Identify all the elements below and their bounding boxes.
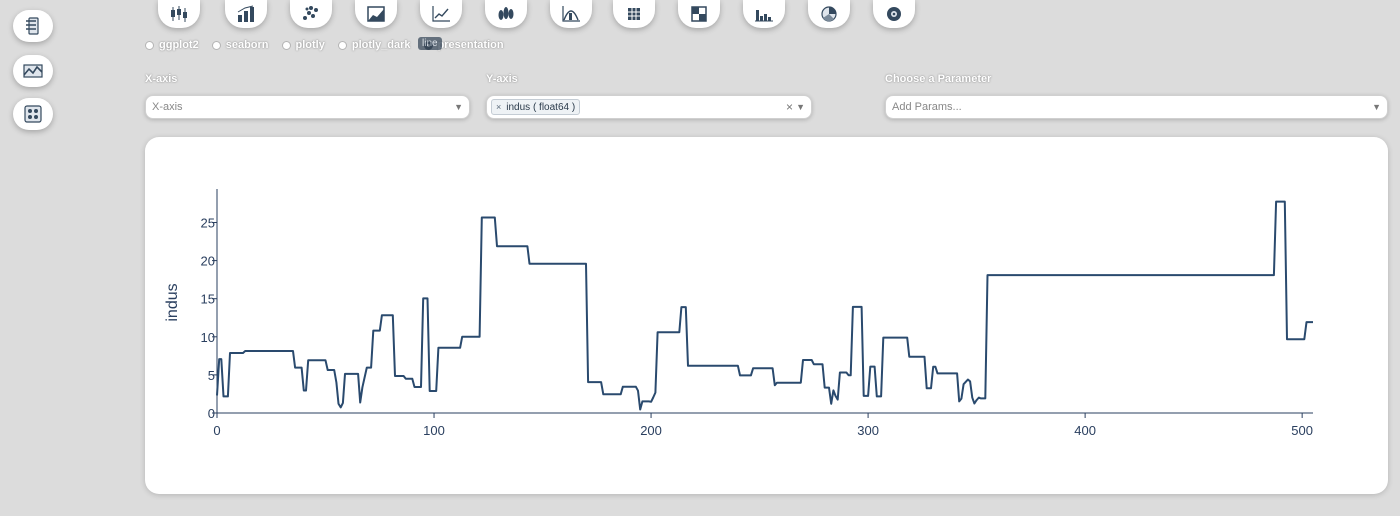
scatter-plot-button[interactable] <box>290 0 332 28</box>
histogram-icon <box>755 10 773 22</box>
series-line-0 <box>216 200 1313 411</box>
distribution-button[interactable] <box>550 0 592 28</box>
parameter-label: Choose a Parameter <box>885 73 992 85</box>
x-tick-label: 400 <box>1074 423 1096 438</box>
line-chart-button[interactable] <box>420 0 462 28</box>
x-tick-label: 200 <box>640 423 662 438</box>
x-tick-label: 500 <box>1291 423 1313 438</box>
heatmap-button[interactable] <box>613 0 655 28</box>
violin-plot-icon <box>498 7 514 20</box>
clear-icon[interactable]: × <box>786 100 793 114</box>
theme-option-plotly[interactable]: plotly <box>281 39 325 51</box>
line-chart-icon <box>432 6 450 22</box>
parameter-placeholder: Add Params... <box>892 101 962 113</box>
line-chart[interactable]: 0 100 200 300 400 500 0 5 10 15 20 25 indus <box>145 137 1388 494</box>
radio-button[interactable] <box>145 40 154 50</box>
y-axis-label: Y-axis <box>486 73 518 85</box>
parameter-dropdown[interactable]: Add Params... ▼ <box>885 95 1388 119</box>
theme-label: presentation <box>437 39 504 51</box>
table-grid-icon <box>691 6 707 22</box>
pie-chart-button[interactable] <box>808 0 850 28</box>
radio-button[interactable] <box>211 40 221 50</box>
remove-tag-icon[interactable]: × <box>496 102 501 112</box>
sidebar-data-table-button[interactable] <box>13 10 53 42</box>
theme-option-seaborn[interactable]: seaborn <box>211 39 269 51</box>
toolbar-tooltip: line <box>418 37 442 50</box>
candlestick-chart-button[interactable] <box>158 0 200 28</box>
y-tag-label: indus ( float64 ) <box>506 101 576 113</box>
x-axis-dropdown[interactable]: X-axis ▼ <box>145 95 470 119</box>
y-tick-label: 25 <box>201 215 215 230</box>
y-tick-label: 10 <box>201 330 215 345</box>
chart-card: 0 100 200 300 400 500 0 5 10 15 20 25 indus <box>145 137 1388 494</box>
radio-button[interactable] <box>337 40 347 50</box>
y-tick-label: 5 <box>208 368 215 383</box>
heatmap-icon <box>628 8 640 20</box>
settings-button[interactable] <box>873 0 915 28</box>
theme-label: seaborn <box>225 39 269 51</box>
distribution-icon <box>562 6 580 22</box>
network-icon <box>24 105 42 123</box>
bar-chart-button[interactable] <box>225 0 267 28</box>
theme-label: plotly <box>295 39 325 51</box>
chevron-down-icon[interactable]: ▼ <box>796 102 805 112</box>
x-axis-placeholder: X-axis <box>152 101 183 113</box>
y-tick-label: 0 <box>208 406 215 421</box>
theme-label: ggplot2 <box>159 39 199 51</box>
x-tick-label: 100 <box>423 423 445 438</box>
sidebar-network-button[interactable] <box>13 98 53 130</box>
x-tick-label: 300 <box>857 423 879 438</box>
landscape-chart-icon <box>23 64 43 78</box>
theme-option-ggplot2[interactable]: ggplot2 <box>145 39 199 51</box>
theme-selector: ggplot2 seaborn plotly plotly_dark prese… <box>145 39 517 51</box>
x-axis-label: X-axis <box>145 73 178 85</box>
y-axis-dropdown[interactable]: × indus ( float64 ) × ▼ <box>486 95 812 119</box>
theme-option-plotly-dark[interactable]: plotly_dark <box>337 39 411 51</box>
scatter-plot-icon <box>303 6 318 20</box>
theme-label: plotly_dark <box>351 39 411 51</box>
y-axis-title: indus <box>164 283 181 321</box>
candlestick-icon <box>171 6 187 22</box>
histogram-button[interactable] <box>743 0 785 28</box>
area-chart-icon <box>367 6 385 22</box>
chevron-down-icon[interactable]: ▼ <box>454 102 463 112</box>
chevron-down-icon[interactable]: ▼ <box>1372 102 1381 112</box>
radio-button[interactable] <box>281 40 291 50</box>
violin-plot-button[interactable] <box>485 0 527 28</box>
y-tick-label: 15 <box>201 292 215 307</box>
pie-chart-icon <box>821 6 837 22</box>
y-tick-label: 20 <box>201 254 215 269</box>
data-table-icon <box>26 17 39 35</box>
sidebar-landscape-button[interactable] <box>13 55 53 87</box>
settings-circle-icon <box>887 7 901 21</box>
x-tick-label: 0 <box>213 423 220 438</box>
area-chart-button[interactable] <box>355 0 397 28</box>
selected-y-tag[interactable]: × indus ( float64 ) <box>491 99 581 115</box>
table-grid-button[interactable] <box>678 0 720 28</box>
bar-chart-icon <box>237 5 254 22</box>
